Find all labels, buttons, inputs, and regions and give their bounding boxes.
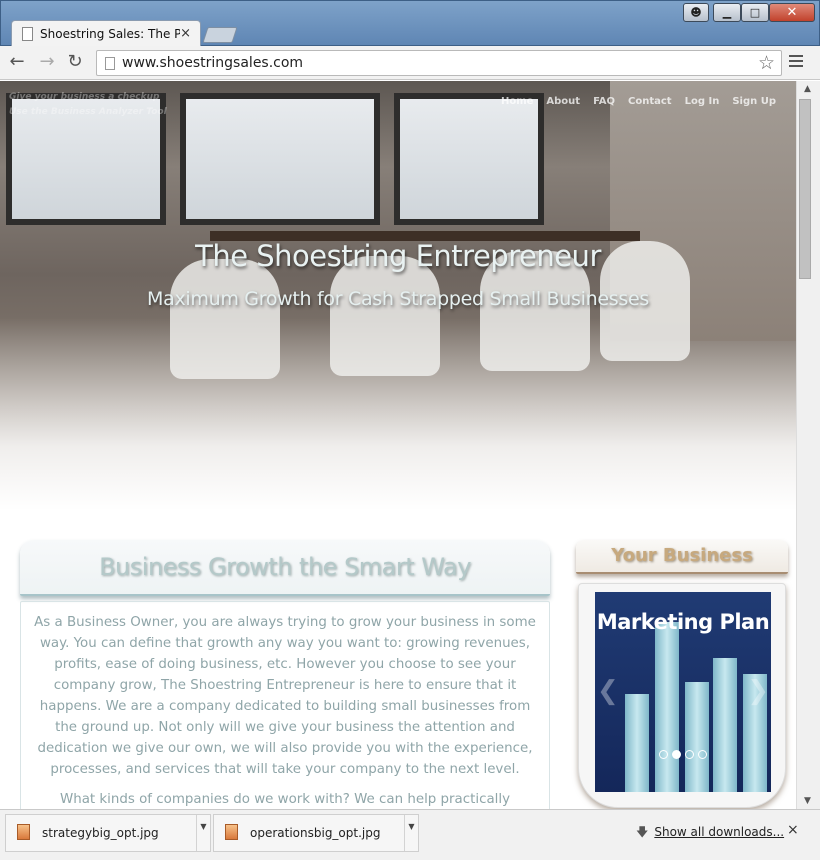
- slide-dot[interactable]: [698, 750, 707, 759]
- slide-title: Marketing Plan: [596, 610, 770, 634]
- nav-about[interactable]: About: [546, 96, 580, 107]
- page-icon: [105, 57, 115, 70]
- downloads-bar: strategybig_opt.jpg ▼ operationsbig_opt.…: [0, 809, 820, 860]
- slide-dot[interactable]: [659, 750, 668, 759]
- reload-icon[interactable]: ↻: [64, 52, 86, 74]
- minimize-button[interactable]: ▁: [713, 3, 741, 22]
- chevron-left-icon[interactable]: ❮: [597, 676, 619, 706]
- browser-toolbar: ← → ↻ www.shoestringsales.com ☆: [0, 46, 820, 80]
- page-icon: [22, 27, 33, 41]
- slide-dot[interactable]: [685, 750, 694, 759]
- hero-chair: [330, 256, 440, 376]
- promo-link[interactable]: Give your business a checkup Use the Bus…: [9, 90, 167, 120]
- hero-banner: Give your business a checkup Use the Bus…: [0, 81, 796, 511]
- promo-line[interactable]: Give your business a checkup: [9, 90, 167, 105]
- promo-line[interactable]: Use the Business Analyzer Tool: [9, 105, 167, 120]
- page-viewport: Give your business a checkup Use the Bus…: [0, 81, 796, 809]
- nav-contact[interactable]: Contact: [628, 96, 672, 107]
- vertical-scrollbar[interactable]: ▲ ▼: [796, 81, 820, 809]
- slide-bar: [713, 658, 737, 792]
- image-file-icon: [17, 824, 30, 840]
- star-icon[interactable]: ☆: [758, 52, 775, 74]
- intro-text-box: As a Business Owner, you are always tryi…: [20, 601, 550, 809]
- nav-sign-up[interactable]: Sign Up: [732, 96, 776, 107]
- chevron-down-icon[interactable]: ▼: [404, 815, 418, 851]
- menu-icon[interactable]: [789, 55, 803, 70]
- show-all-label[interactable]: Show all downloads...: [654, 825, 784, 839]
- scroll-down-icon[interactable]: ▼: [804, 796, 811, 806]
- hero-subtitle: Maximum Growth for Cash Strapped Small B…: [147, 288, 649, 310]
- slide[interactable]: Marketing Plan ❮ ❯: [595, 592, 771, 792]
- nav-faq[interactable]: FAQ: [593, 96, 615, 107]
- hero-title: The Shoestring Entrepreneur: [195, 239, 601, 273]
- tab-title: Shoestring Sales: The Perf: [40, 27, 180, 41]
- url-text[interactable]: www.shoestringsales.com: [122, 55, 303, 71]
- slide-dot[interactable]: [672, 750, 681, 759]
- window-tab-strip: Shoestring Sales: The Perf × ☻ ▁ □ ✕: [0, 0, 820, 47]
- sidebar-header: Your Business: [576, 540, 788, 574]
- intro-paragraph: What kinds of companies do we work with?…: [59, 792, 511, 807]
- download-item[interactable]: strategybig_opt.jpg ▼: [5, 814, 211, 852]
- slide-bar: [685, 682, 709, 792]
- user-profile-icon[interactable]: ☻: [683, 3, 709, 22]
- close-window-button[interactable]: ✕: [769, 3, 815, 22]
- scroll-thumb[interactable]: [799, 99, 811, 279]
- download-item[interactable]: operationsbig_opt.jpg ▼: [213, 814, 419, 852]
- intro-paragraph: As a Business Owner, you are always tryi…: [34, 615, 536, 777]
- hero-window: [394, 93, 544, 225]
- maximize-button[interactable]: □: [741, 3, 769, 22]
- hero-chair: [170, 259, 280, 379]
- tab-close-icon[interactable]: ×: [180, 26, 191, 41]
- image-file-icon: [225, 824, 238, 840]
- section-title: Business Growth the Smart Way: [99, 553, 471, 581]
- download-filename[interactable]: strategybig_opt.jpg: [42, 826, 159, 840]
- slide-indicators: [595, 744, 771, 763]
- show-all-downloads-link[interactable]: 🡇 Show all downloads...: [636, 823, 784, 844]
- slider-card: Marketing Plan ❮ ❯: [578, 583, 786, 808]
- new-tab-button[interactable]: [202, 27, 238, 43]
- address-bar[interactable]: www.shoestringsales.com ☆: [96, 50, 782, 76]
- forward-arrow-icon[interactable]: →: [36, 52, 58, 74]
- site-nav: Home About FAQ Contact Log In Sign Up: [501, 96, 776, 107]
- nav-log-in[interactable]: Log In: [685, 96, 720, 107]
- chevron-down-icon[interactable]: ▼: [196, 815, 210, 851]
- slide-bar: [625, 694, 649, 792]
- slide-bar: [655, 622, 679, 792]
- scroll-up-icon[interactable]: ▲: [804, 84, 811, 94]
- chevron-right-icon[interactable]: ❯: [747, 676, 769, 706]
- sidebar-title: Your Business: [611, 545, 753, 566]
- download-arrow-icon: 🡇: [636, 825, 649, 839]
- hero-window: [180, 93, 380, 225]
- download-filename[interactable]: operationsbig_opt.jpg: [250, 826, 380, 840]
- nav-home[interactable]: Home: [501, 96, 533, 107]
- close-downloads-icon[interactable]: ×: [787, 822, 799, 838]
- browser-tab[interactable]: Shoestring Sales: The Perf ×: [11, 20, 201, 47]
- section-header: Business Growth the Smart Way: [20, 540, 550, 596]
- back-arrow-icon[interactable]: ←: [6, 52, 28, 74]
